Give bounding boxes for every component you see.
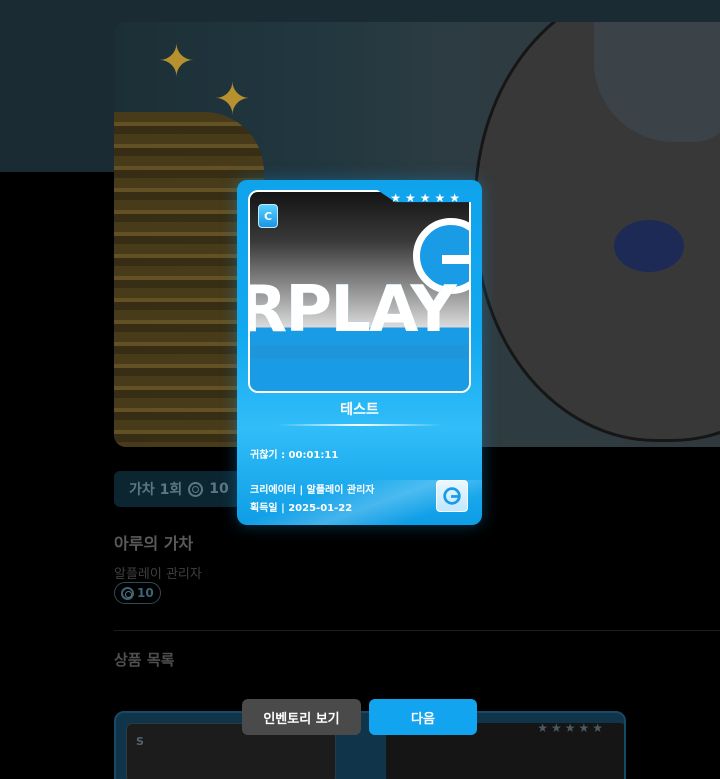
coin-icon bbox=[188, 481, 204, 497]
next-button[interactable]: 다음 bbox=[369, 699, 477, 735]
section-divider bbox=[114, 630, 720, 631]
card-name-underline bbox=[277, 424, 442, 426]
card-acquired-date: 획득일 | 2025-01-22 bbox=[250, 503, 353, 514]
item-grade-label: S bbox=[136, 735, 144, 748]
rplay-badge-glyph bbox=[443, 487, 461, 505]
card-expiry: 귀찮기 : 00:01:11 bbox=[250, 450, 339, 461]
gacha-title: 아루의 가차 bbox=[114, 534, 194, 553]
character-cheek bbox=[614, 220, 684, 272]
coin-icon bbox=[121, 586, 134, 600]
card-creator: 크리에이터 | 알플레이 관리자 bbox=[250, 485, 375, 496]
sparkle-icon: ✦ bbox=[214, 74, 251, 125]
item-rating-stars: ★★★★★ bbox=[537, 721, 606, 735]
card-grade-badge: C bbox=[258, 204, 278, 228]
rplay-logo-text: RPLAY bbox=[248, 273, 457, 347]
card-rating-stars: ★★★★★ bbox=[390, 191, 464, 205]
gacha-cost-badge: 10 bbox=[114, 582, 161, 604]
rplay-badge-icon bbox=[436, 480, 468, 512]
gacha-owner: 알플레이 관리자 bbox=[114, 567, 202, 582]
gacha-cost-value: 10 bbox=[137, 586, 154, 600]
items-section-title: 상품 목록 bbox=[114, 651, 175, 669]
card-image-frame: RPLAY bbox=[248, 190, 471, 393]
view-inventory-button[interactable]: 인벤토리 보기 bbox=[242, 699, 361, 735]
sparkle-icon: ✦ bbox=[158, 36, 195, 87]
gacha-result-card: RPLAY C ★★★★★ 테스트 귀찮기 : 00:01:11 크리에이터 |… bbox=[237, 180, 482, 525]
gacha-pull-cost: 10 bbox=[209, 481, 229, 497]
card-name: 테스트 bbox=[340, 402, 379, 418]
gacha-pull-label: 가차 1회 bbox=[129, 482, 183, 498]
logo-underbar bbox=[250, 345, 469, 359]
